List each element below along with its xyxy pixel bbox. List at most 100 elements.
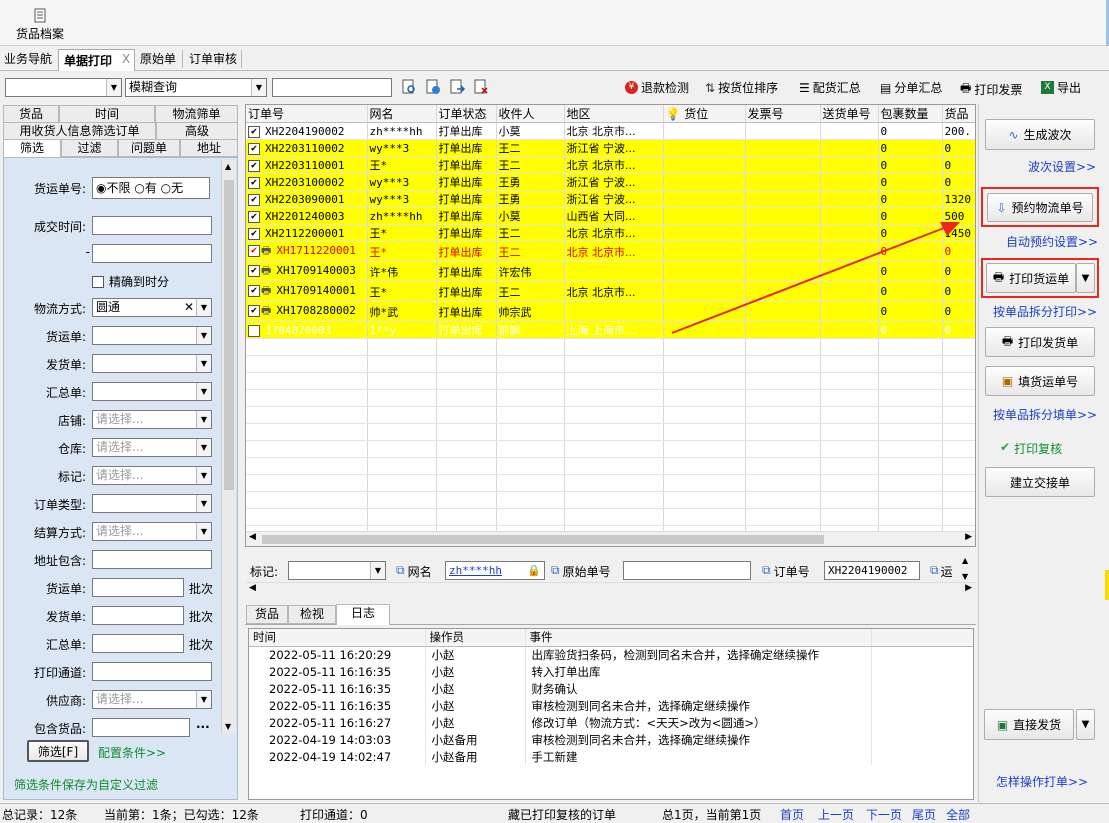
wangming-field[interactable]: zh****hh 🔒 bbox=[445, 561, 545, 580]
last-page-link[interactable]: 尾页 bbox=[912, 806, 936, 823]
table-row[interactable]: ✔ XH2203090001 wy***3 打单出库 王勇 浙江省 宁波... 0 1320 bbox=[246, 190, 975, 208]
split-fill-link[interactable]: 按单品拆分填单>> bbox=[993, 406, 1097, 423]
clear-icon[interactable]: ✕ bbox=[184, 299, 194, 316]
refund-check-button[interactable]: ¥ 退款检测 bbox=[625, 79, 689, 96]
radio-any[interactable]: ◉ bbox=[96, 181, 106, 195]
print-channel-input[interactable] bbox=[92, 662, 212, 681]
tab-bottom-inspect[interactable]: 检视 bbox=[288, 605, 336, 624]
search-go-icon[interactable] bbox=[449, 79, 465, 95]
row-checkbox[interactable]: ✔ bbox=[248, 245, 260, 257]
export-button[interactable]: X 导出 bbox=[1041, 79, 1081, 96]
status-hide-printed[interactable]: 藏已打印复核的订单 bbox=[508, 806, 616, 823]
search-doc-icon[interactable] bbox=[401, 79, 417, 95]
order-type-select[interactable]: ▼ bbox=[92, 494, 212, 513]
row-checkbox[interactable]: ✔ bbox=[248, 125, 260, 138]
tab-address[interactable]: 地址 bbox=[180, 139, 238, 157]
filter-preset-select[interactable]: ▼ bbox=[5, 78, 122, 97]
tab-order-review[interactable]: 订单审核 bbox=[189, 50, 237, 67]
picking-summary-button[interactable]: ☰ 配货汇总 bbox=[799, 79, 861, 96]
col-pkg-count[interactable]: 包裹数量 bbox=[878, 105, 943, 123]
row-checkbox[interactable]: ✔ bbox=[248, 193, 260, 206]
print-invoice-button[interactable]: 🖶 打印发票 bbox=[960, 79, 1022, 100]
order-no-cell[interactable]: ✔ 🖶 XH1708280002 bbox=[246, 301, 368, 322]
split-summary-button[interactable]: ▤ 分单汇总 bbox=[880, 79, 942, 96]
table-row[interactable]: ✔ XH2201240003 zh****hh 打单出库 小莫 山西省 大同... 0 500 bbox=[246, 207, 975, 225]
batch-delivery-input[interactable] bbox=[92, 606, 184, 625]
direct-ship-dropdown[interactable]: ▼ bbox=[1076, 709, 1095, 740]
close-icon[interactable]: X bbox=[122, 52, 130, 66]
summary-select[interactable]: ▼ bbox=[92, 382, 212, 401]
next-page-link[interactable]: 下一页 bbox=[866, 806, 902, 823]
table-row[interactable]: ✔ 🖶 XH1708280002 帅*武 打单出库 帅宗武 0 0 bbox=[246, 301, 975, 322]
table-row[interactable]: ✔ XH2203100002 wy***3 打单出库 王勇 浙江省 宁波... 0 0 bbox=[246, 173, 975, 191]
order-field[interactable]: XH2204190002 bbox=[824, 561, 920, 580]
order-copy[interactable]: ⧉ 订单号 bbox=[762, 563, 810, 580]
col-status[interactable]: 订单状态 bbox=[436, 105, 497, 123]
col-receiver[interactable]: 收件人 bbox=[496, 105, 565, 123]
tab-business-nav[interactable]: 业务导航 bbox=[4, 50, 52, 67]
handover-button[interactable]: 建立交接单 bbox=[985, 467, 1095, 497]
table-row[interactable]: ✔ XH2204190002 zh****hh 打单出库 小莫 北京 北京市... 0 200… bbox=[246, 122, 975, 140]
wave-settings-link[interactable]: 波次设置>> bbox=[1028, 158, 1096, 175]
print-waybill-dropdown[interactable]: ▼ bbox=[1076, 263, 1095, 293]
log-row[interactable]: 2022-05-11 16:16:35 小赵 转入打单出库 bbox=[249, 663, 973, 680]
tab-receiver-filter[interactable]: 用收货人信息筛选订单 bbox=[3, 122, 156, 140]
tab-filter[interactable]: 筛选 bbox=[3, 139, 61, 158]
search-clear-icon[interactable] bbox=[473, 79, 489, 95]
split-print-link[interactable]: 按单品拆分打印>> bbox=[993, 303, 1097, 320]
tab-bottom-log[interactable]: 日志 bbox=[336, 604, 390, 625]
log-row[interactable]: 2022-05-11 16:16:35 小赵 财务确认 bbox=[249, 680, 973, 697]
settle-select[interactable]: 请选择... ▼ bbox=[92, 522, 212, 541]
log-col-time[interactable]: 时间 bbox=[249, 629, 426, 647]
grid-hscrollbar[interactable]: ◀ ▶ bbox=[246, 531, 975, 546]
search-add-icon[interactable] bbox=[425, 79, 441, 95]
archive-button[interactable]: 货品档案 bbox=[12, 8, 68, 42]
col-goods[interactable]: 货品 bbox=[942, 105, 975, 123]
direct-ship-button[interactable]: ▣ 直接发货 bbox=[984, 709, 1074, 740]
how-print-link[interactable]: 怎样操作打单>> bbox=[996, 773, 1088, 790]
goods-input[interactable] bbox=[92, 718, 190, 737]
radio-none[interactable]: ○ bbox=[161, 181, 171, 195]
row-checkbox[interactable]: ✔ bbox=[248, 265, 260, 277]
config-link[interactable]: 配置条件>> bbox=[98, 744, 166, 761]
row-checkbox[interactable]: ✔ bbox=[248, 285, 260, 297]
order-no-cell[interactable]: ✔ XH2203100002 bbox=[246, 173, 368, 191]
print-delivery-button[interactable]: 🖶 打印发货单 bbox=[985, 327, 1095, 357]
logistics-select[interactable]: 圆通 ✕ ▼ bbox=[92, 298, 212, 317]
tab-doc-print[interactable]: 单据打印 X bbox=[58, 49, 135, 71]
search-input[interactable] bbox=[272, 78, 392, 97]
prev-page-link[interactable]: 上一页 bbox=[818, 806, 854, 823]
checkbox-box[interactable] bbox=[92, 275, 104, 288]
tab-problem-orders[interactable]: 问题单 bbox=[118, 139, 180, 157]
detail-mark-select[interactable]: ▼ bbox=[288, 561, 386, 580]
col-area[interactable]: 地区 bbox=[564, 105, 664, 123]
col-nickname[interactable]: 网名 bbox=[367, 105, 437, 123]
filter-scrollbar[interactable]: ▲ ▼ bbox=[221, 160, 235, 733]
order-no-cell[interactable]: ✔ 1704070003 bbox=[246, 321, 368, 339]
tab-goods[interactable]: 货品 bbox=[3, 105, 59, 123]
log-col-event[interactable]: 事件 bbox=[525, 629, 872, 647]
row-checkbox[interactable]: ✔ bbox=[248, 142, 260, 155]
auto-reserve-link[interactable]: 自动预约设置>> bbox=[1006, 233, 1098, 250]
trailing-copy[interactable]: ⧉ 运 bbox=[930, 563, 953, 580]
order-no-cell[interactable]: ✔ XH2112200001 bbox=[246, 224, 368, 242]
row-checkbox[interactable]: ✔ bbox=[248, 210, 260, 223]
row-checkbox[interactable]: ✔ bbox=[248, 227, 260, 240]
sort-by-location-button[interactable]: ⇅ 按货位排序 bbox=[705, 79, 778, 96]
col-order-no[interactable]: 订单号 bbox=[246, 105, 368, 123]
store-select[interactable]: 请选择... ▼ bbox=[92, 410, 212, 429]
order-no-cell[interactable]: ✔ 🖶 XH1709140003 bbox=[246, 261, 368, 282]
detail-scroll-up[interactable]: ▲ bbox=[962, 556, 968, 565]
reserve-waybill-button[interactable]: ⇩ 预约物流单号 bbox=[987, 193, 1093, 222]
log-row[interactable]: 2022-05-11 16:16:27 小赵 修改订单（物流方式：<天天>改为<圆通… bbox=[249, 714, 973, 731]
first-page-link[interactable]: 首页 bbox=[780, 806, 804, 823]
table-row[interactable]: ✔ 🖶 XH1709140001 王* 打单出库 王二 北京 北京市... 0 0 bbox=[246, 281, 975, 302]
addr-input[interactable] bbox=[92, 550, 212, 569]
tab-original[interactable]: 原始单 bbox=[140, 50, 176, 67]
supplier-select[interactable]: 请选择... ▼ bbox=[92, 690, 212, 709]
table-row[interactable]: ✔ 🖶 XH1711220001 王* 打单出库 王二 北京 北京市... 0 0 bbox=[246, 241, 975, 262]
log-row[interactable]: 2022-04-19 14:03:03 小赵备用 审核检测到同名未合并，选择确定继续… bbox=[249, 731, 973, 748]
batch-waybill-input[interactable] bbox=[92, 578, 184, 597]
tab-logistics-filter[interactable]: 物流筛单 bbox=[155, 105, 238, 123]
table-row[interactable]: ✔ XH2203110001 王* 打单出库 王二 北京 北京市... 0 0 bbox=[246, 156, 975, 174]
